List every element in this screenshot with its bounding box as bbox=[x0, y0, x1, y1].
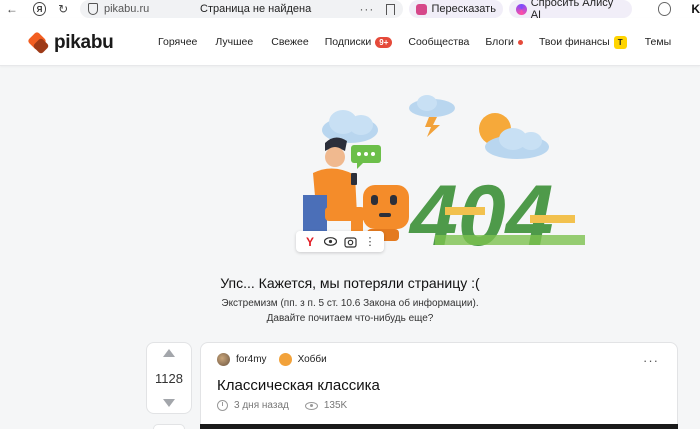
back-arrow-icon[interactable]: ← bbox=[3, 0, 21, 18]
more-horizontal-icon[interactable]: ··· bbox=[643, 353, 659, 368]
more-vertical-icon[interactable]: ⋮ bbox=[362, 234, 378, 250]
nav-fresh[interactable]: Свежее bbox=[271, 36, 308, 48]
nav-best[interactable]: Лучшее bbox=[215, 36, 253, 48]
blogs-notification-dot bbox=[517, 39, 523, 45]
bookmark-icon[interactable] bbox=[386, 3, 396, 15]
post-community[interactable]: Хобби bbox=[298, 354, 327, 365]
post-card[interactable]: for4my Хобби ··· Классическая классика 3… bbox=[200, 342, 678, 429]
nav-topics[interactable]: Темы bbox=[645, 36, 671, 48]
cloud-icon bbox=[322, 110, 378, 143]
main-nav: Горячее Лучшее Свежее Подписки 9+ Сообще… bbox=[158, 18, 671, 66]
address-domain: pikabu.ru bbox=[104, 3, 150, 15]
site-header: pikabu Горячее Лучшее Свежее Подписки 9+… bbox=[0, 18, 700, 66]
alice-icon bbox=[515, 3, 527, 15]
pikabu-logo[interactable]: pikabu bbox=[27, 31, 114, 55]
views-icon bbox=[304, 401, 318, 410]
error-code-text: 404 bbox=[408, 168, 585, 264]
reload-icon[interactable]: ↻ bbox=[54, 0, 72, 18]
next-vote-panel bbox=[153, 424, 185, 429]
retell-button[interactable]: Пересказать bbox=[409, 0, 503, 18]
image-toolbar: Y ⋮ bbox=[296, 231, 384, 252]
tbank-icon: Т bbox=[613, 35, 627, 49]
error-title: Упс... Кажется, мы потеряли страницу :( bbox=[220, 275, 480, 291]
logo-text: pikabu bbox=[54, 32, 114, 53]
pikabu-logo-icon bbox=[27, 31, 50, 55]
post-author[interactable]: for4my bbox=[236, 354, 267, 365]
address-page-title: Страница не найдена bbox=[200, 3, 312, 15]
error-description: Экстремизм (пп. з п. 5 ст. 10.6 Закона о… bbox=[0, 296, 700, 326]
nav-blogs[interactable]: Блоги bbox=[485, 36, 523, 48]
browser-toolbar: ← Я ↻ pikabu.ru Страница не найдена ··· … bbox=[0, 0, 700, 21]
error-reason: Экстремизм (пп. з п. 5 ст. 10.6 Закона о… bbox=[221, 298, 479, 309]
post-image[interactable] bbox=[200, 424, 678, 429]
nav-finance[interactable]: Твои финансы Т bbox=[538, 35, 627, 49]
more-horizontal-icon[interactable]: ··· bbox=[359, 2, 374, 16]
upvote-icon[interactable] bbox=[163, 349, 175, 357]
yandex-icon[interactable]: Y bbox=[302, 234, 318, 250]
shield-icon[interactable] bbox=[88, 3, 98, 15]
retell-label: Пересказать bbox=[431, 3, 496, 15]
downvote-icon[interactable] bbox=[163, 399, 175, 407]
post-stats: 3 дня назад 135K bbox=[217, 400, 347, 411]
post-rating: 1128 bbox=[155, 370, 183, 386]
nav-finance-label: Твои финансы bbox=[538, 36, 610, 48]
clock-icon bbox=[217, 400, 228, 411]
extension-icon[interactable]: K bbox=[691, 2, 700, 16]
eye-icon[interactable] bbox=[322, 234, 338, 250]
post-title[interactable]: Классическая классика bbox=[217, 377, 380, 394]
community-icon[interactable] bbox=[278, 353, 292, 366]
sun-cloud-icon bbox=[479, 113, 549, 159]
post-meta: for4my Хобби bbox=[217, 353, 327, 366]
chat-bubble-icon bbox=[351, 145, 381, 169]
nav-blogs-label: Блоги bbox=[485, 36, 514, 48]
post-time: 3 дня назад bbox=[234, 400, 289, 411]
retell-icon bbox=[416, 3, 428, 15]
yandex-logo-icon[interactable]: Я bbox=[32, 2, 47, 16]
storm-cloud-icon bbox=[409, 95, 455, 137]
nav-subscriptions[interactable]: Подписки 9+ bbox=[325, 36, 393, 48]
subscriptions-badge: 9+ bbox=[375, 36, 393, 48]
nav-hot[interactable]: Горячее bbox=[158, 36, 197, 48]
vote-panel: 1128 bbox=[146, 342, 192, 414]
error-suggestion: Давайте почитаем что-нибудь еще? bbox=[266, 313, 434, 324]
address-bar[interactable]: pikabu.ru Страница не найдена ··· bbox=[80, 0, 404, 18]
nav-communities[interactable]: Сообщества bbox=[408, 36, 469, 48]
ask-alice-button[interactable]: Спросить Алису AI bbox=[508, 0, 632, 21]
avatar[interactable] bbox=[217, 353, 230, 366]
globe-icon[interactable] bbox=[657, 2, 672, 16]
post-views: 135K bbox=[323, 400, 348, 411]
nav-subscriptions-label: Подписки bbox=[324, 36, 372, 48]
image-search-icon[interactable] bbox=[342, 234, 358, 250]
